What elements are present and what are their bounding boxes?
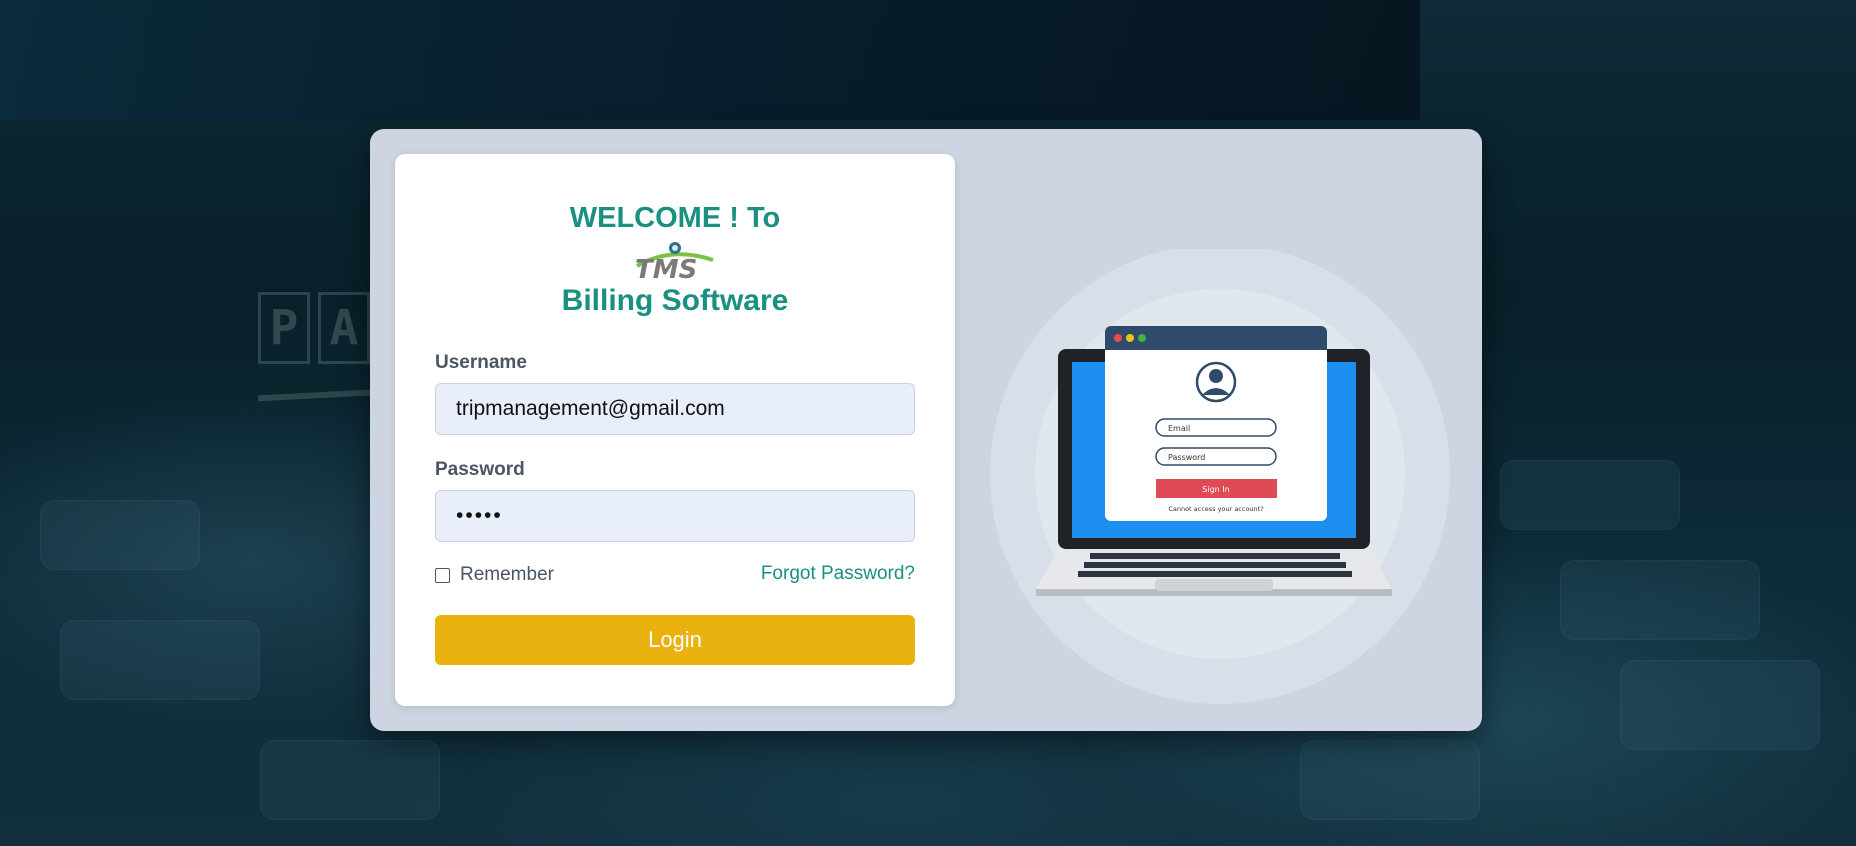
remember-option[interactable]: Remember: [435, 564, 554, 586]
illustration-help-text: Cannot access your account?: [1168, 505, 1263, 513]
login-card: WELCOME ! To TMS Billing Software Userna…: [395, 154, 955, 706]
login-button[interactable]: Login: [435, 615, 915, 665]
password-input[interactable]: [435, 490, 915, 542]
illustration-signin-label: Sign In: [1202, 485, 1229, 494]
illustration-password-placeholder: Password: [1168, 453, 1205, 462]
laptop-login-illustration: Email Password Sign In Cannot access you…: [990, 249, 1450, 704]
remember-checkbox[interactable]: [435, 567, 450, 583]
username-input[interactable]: [435, 383, 915, 435]
remember-label: Remember: [460, 564, 554, 585]
svg-text:TMS: TMS: [635, 255, 697, 282]
password-label: Password: [435, 459, 525, 480]
user-avatar-icon: [1195, 361, 1237, 403]
username-label: Username: [435, 352, 527, 373]
product-name: Billing Software: [561, 284, 789, 317]
forgot-password-link[interactable]: Forgot Password?: [761, 563, 915, 585]
illustration-email-placeholder: Email: [1168, 424, 1190, 433]
login-container: WELCOME ! To TMS Billing Software Userna…: [370, 129, 1482, 731]
welcome-heading: WELCOME ! To: [569, 202, 781, 234]
tms-logo: TMS: [635, 242, 714, 282]
